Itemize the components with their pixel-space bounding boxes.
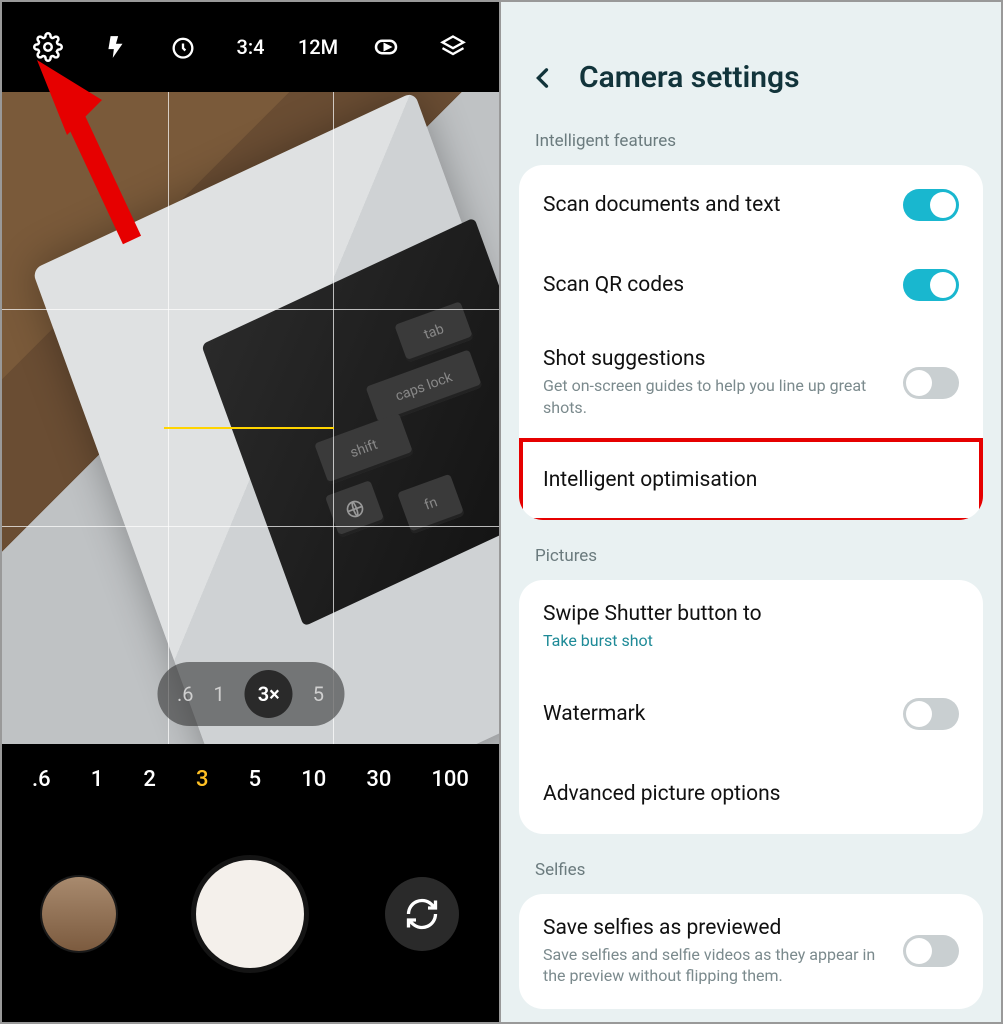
grid-line-vertical <box>333 92 334 744</box>
camera-bottom-row <box>2 814 499 1014</box>
row-save-selfies-previewed[interactable]: Save selfies as previewed Save selfies a… <box>519 894 983 1009</box>
motion-photo-icon[interactable] <box>366 27 406 67</box>
scale-step[interactable]: 30 <box>366 767 391 792</box>
toggle-save-selfies-previewed[interactable] <box>903 935 959 967</box>
settings-gear-icon[interactable] <box>28 27 68 67</box>
row-title: Save selfies as previewed <box>543 916 883 940</box>
zoom-ribbon[interactable]: .6 1 3× 5 <box>157 662 344 726</box>
toggle-watermark[interactable] <box>903 698 959 730</box>
scale-step[interactable]: 100 <box>431 767 469 792</box>
scale-step[interactable]: 2 <box>143 767 156 792</box>
grid-line-vertical <box>168 92 169 744</box>
aspect-ratio-button[interactable]: 3:4 <box>231 27 271 67</box>
row-subtitle: Save selfies and selfie videos as they a… <box>543 944 883 987</box>
row-title: Watermark <box>543 702 883 726</box>
zoom-step-active[interactable]: 3× <box>245 670 293 718</box>
section-card-intelligent: Scan documents and text Scan QR codes Sh… <box>519 165 983 520</box>
row-swipe-shutter[interactable]: Swipe Shutter button to Take burst shot <box>519 580 983 674</box>
row-advanced-picture-options[interactable]: Advanced picture options <box>519 754 983 834</box>
row-title: Swipe Shutter button to <box>543 602 939 626</box>
zoom-scale-row[interactable]: .6 1 2 3 5 10 30 100 <box>2 744 499 814</box>
camera-pane: 3:4 12M tab caps lock shift fn .6 1 3× 5 <box>0 0 501 1024</box>
shutter-button[interactable] <box>196 860 304 968</box>
row-title: Shot suggestions <box>543 347 883 371</box>
grid-line-horizontal <box>2 309 499 310</box>
row-subtitle: Take burst shot <box>543 630 939 652</box>
resolution-button[interactable]: 12M <box>298 27 338 67</box>
row-title: Scan QR codes <box>543 273 883 297</box>
back-icon[interactable] <box>529 64 557 92</box>
section-label-intelligent: Intelligent features <box>501 131 1001 165</box>
zoom-step[interactable]: .6 <box>177 682 194 706</box>
switch-camera-button[interactable] <box>385 877 459 951</box>
section-label-selfies: Selfies <box>501 860 1001 894</box>
level-indicator <box>164 427 334 429</box>
toggle-scan-documents[interactable] <box>903 189 959 221</box>
row-scan-qr[interactable]: Scan QR codes <box>519 245 983 325</box>
grid-line-horizontal <box>2 526 499 527</box>
scale-step[interactable]: 10 <box>301 767 326 792</box>
zoom-step[interactable]: 1 <box>214 682 225 706</box>
filters-icon[interactable] <box>433 27 473 67</box>
scale-step[interactable]: 5 <box>249 767 262 792</box>
scale-step[interactable]: 1 <box>91 767 104 792</box>
toggle-shot-suggestions[interactable] <box>903 367 959 399</box>
scale-step-selected[interactable]: 3 <box>196 767 209 792</box>
section-label-pictures: Pictures <box>501 546 1001 580</box>
settings-header: Camera settings <box>501 2 1001 131</box>
settings-title: Camera settings <box>579 60 800 95</box>
settings-pane: Camera settings Intelligent features Sca… <box>501 0 1003 1024</box>
row-watermark[interactable]: Watermark <box>519 674 983 754</box>
row-shot-suggestions[interactable]: Shot suggestions Get on-screen guides to… <box>519 325 983 440</box>
row-title: Scan documents and text <box>543 193 883 217</box>
row-scan-documents[interactable]: Scan documents and text <box>519 165 983 245</box>
timer-icon[interactable] <box>163 27 203 67</box>
zoom-step[interactable]: 5 <box>313 682 324 706</box>
section-card-selfies: Save selfies as previewed Save selfies a… <box>519 894 983 1009</box>
row-subtitle: Get on-screen guides to help you line up… <box>543 375 883 418</box>
section-card-pictures: Swipe Shutter button to Take burst shot … <box>519 580 983 834</box>
scale-step[interactable]: .6 <box>32 767 51 792</box>
flash-icon[interactable] <box>96 27 136 67</box>
row-title: Advanced picture options <box>543 782 939 806</box>
camera-viewfinder[interactable]: tab caps lock shift fn .6 1 3× 5 <box>2 92 499 744</box>
gallery-thumbnail[interactable] <box>42 877 116 951</box>
camera-top-toolbar: 3:4 12M <box>2 2 499 92</box>
row-title: Intelligent optimisation <box>543 468 939 492</box>
row-intelligent-optimisation[interactable]: Intelligent optimisation <box>519 440 983 520</box>
toggle-scan-qr[interactable] <box>903 269 959 301</box>
